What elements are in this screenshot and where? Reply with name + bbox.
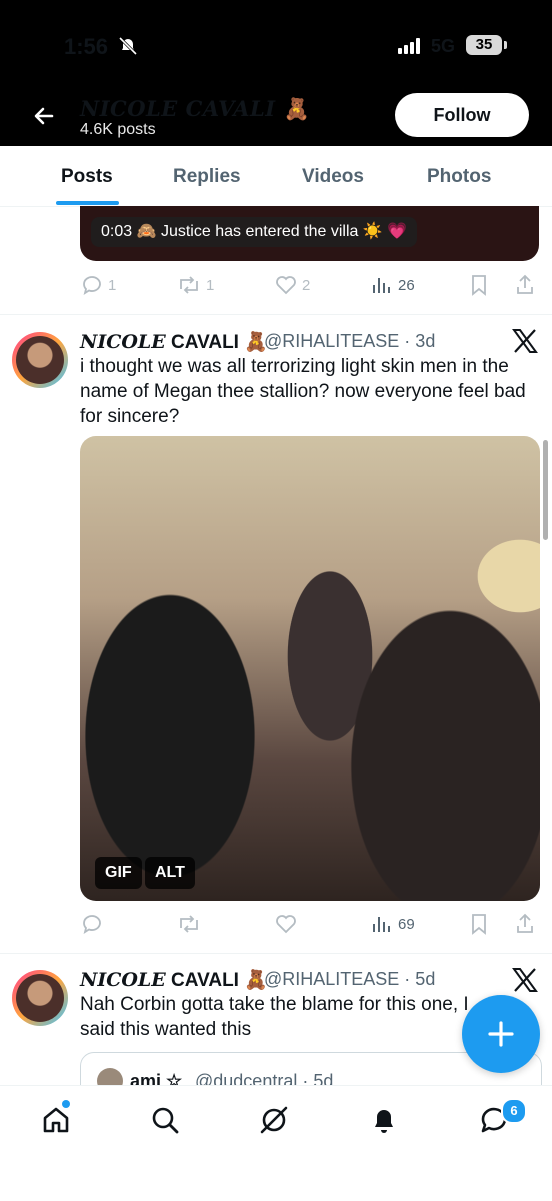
heart-icon <box>276 276 296 295</box>
tweet-handle[interactable]: @RIHALITEASE · 3d <box>264 331 435 352</box>
repost-icon <box>180 276 198 294</box>
battery-indicator: 35 <box>466 35 502 55</box>
share-button[interactable] <box>514 273 540 297</box>
tab-photos[interactable]: Photos <box>427 166 491 188</box>
like-button[interactable] <box>274 912 302 936</box>
signal-icon <box>398 38 420 54</box>
bottom-navigation <box>0 1085 552 1201</box>
x-logo-icon <box>512 968 538 992</box>
avatar-photo <box>16 974 64 1022</box>
profile-name: NICOLE CAVALI 🧸 <box>80 96 311 121</box>
repost-icon <box>180 915 198 933</box>
bookmark-button[interactable] <box>468 912 494 936</box>
grok-icon[interactable] <box>258 1104 290 1136</box>
repost-button[interactable]: 1 <box>176 273 214 297</box>
tweet-text: i thought we was all terrorizing light s… <box>80 356 526 427</box>
x-logo-icon <box>512 329 538 353</box>
reply-button[interactable]: 1 <box>80 273 116 297</box>
search-icon[interactable] <box>149 1104 181 1136</box>
home-unread-dot <box>62 1100 70 1108</box>
heart-icon <box>276 915 296 934</box>
views-icon <box>373 278 390 293</box>
tweet-text: Nah Corbin gotta take the blame for this… <box>80 994 469 1040</box>
tweet-divider <box>0 953 552 954</box>
arrow-left-icon <box>34 107 54 125</box>
tweet-divider <box>0 314 552 315</box>
plus-icon <box>488 1021 514 1047</box>
back-button[interactable] <box>25 97 63 135</box>
gif-media[interactable] <box>80 436 540 901</box>
repost-button[interactable] <box>176 912 206 936</box>
avatar[interactable] <box>12 332 68 388</box>
active-tab-indicator <box>56 201 119 205</box>
reply-button[interactable] <box>80 912 108 936</box>
views-button[interactable]: 26 <box>370 273 415 297</box>
share-icon <box>517 274 533 294</box>
like-button[interactable]: 2 <box>274 273 310 297</box>
tweet-actions: 69 <box>80 912 540 936</box>
follow-button[interactable]: Follow <box>395 93 529 137</box>
status-time: 1:56 <box>64 34 109 59</box>
tweet-handle[interactable]: @RIHALITEASE · 5d <box>264 969 435 990</box>
reply-icon <box>83 276 101 295</box>
notifications-icon[interactable] <box>368 1104 400 1136</box>
bookmark-icon <box>472 914 486 935</box>
scrollbar[interactable] <box>543 440 548 540</box>
bell-off-icon <box>118 36 138 56</box>
views-icon <box>373 917 390 932</box>
tweet-actions: 1 1 2 26 <box>80 273 540 297</box>
home-icon[interactable] <box>40 1104 72 1136</box>
messages-badge: 6 <box>501 1098 527 1124</box>
tab-replies[interactable]: Replies <box>173 166 241 188</box>
tab-posts[interactable]: Posts <box>61 166 113 188</box>
profile-tabs: Posts Replies Videos Photos <box>0 146 552 207</box>
compose-button[interactable] <box>462 995 540 1073</box>
tweet-author-name[interactable]: NICOLE CAVALI 🧸 <box>80 330 268 354</box>
bookmark-icon <box>472 275 486 296</box>
gif-badge: GIF <box>95 857 142 889</box>
tab-videos[interactable]: Videos <box>302 166 364 188</box>
network-type: 5G <box>431 36 456 56</box>
video-caption: 0:03 🙈 Justice has entered the villa ☀️ … <box>91 217 418 247</box>
avatar-photo <box>16 336 64 384</box>
avatar[interactable] <box>12 970 68 1026</box>
share-icon <box>517 913 533 933</box>
bookmark-button[interactable] <box>468 273 494 297</box>
share-button[interactable] <box>514 912 540 936</box>
reply-icon <box>83 915 101 934</box>
alt-badge[interactable]: ALT <box>145 857 195 889</box>
battery-nub <box>504 41 507 49</box>
views-button[interactable]: 69 <box>370 912 415 936</box>
tweet-author-name[interactable]: NICOLE CAVALI 🧸 <box>80 968 268 992</box>
posts-count: 4.6K posts <box>80 121 156 138</box>
